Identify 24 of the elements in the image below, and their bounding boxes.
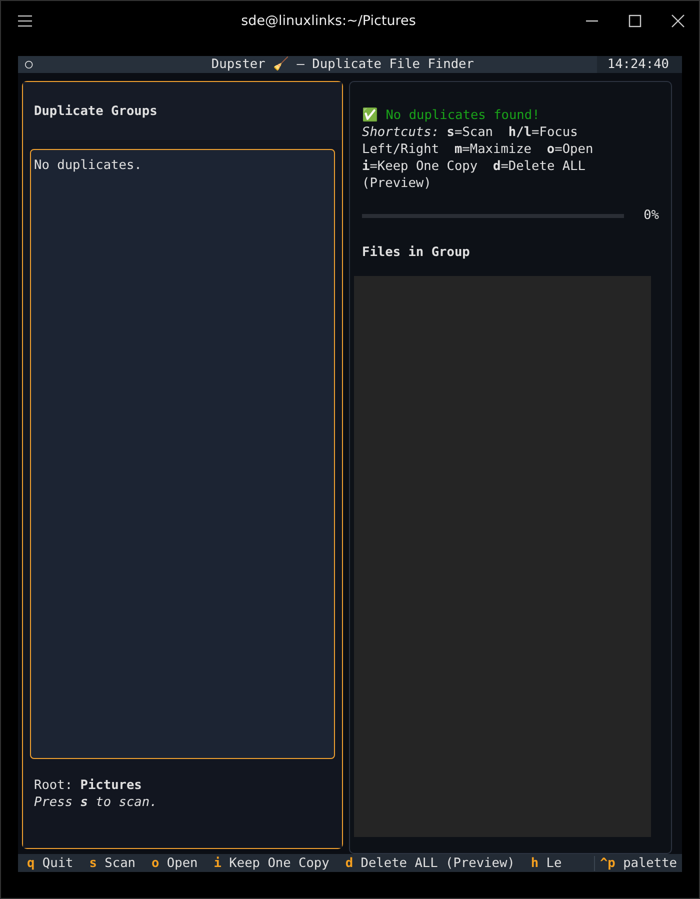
shortcuts-text: Shortcuts: s=Scan h/l=Focus Left/Right m=Maximize o=Open i=Keep One Copy d=Delete ALL (Preview) [361,124,594,192]
maximize-icon[interactable] [628,14,642,28]
palette-binding[interactable]: ^p palette [594,856,682,870]
empty-message: No duplicates. [34,158,142,173]
key-binding[interactable]: h Le [530,856,562,870]
files-title: Files in Group [362,245,471,260]
key-binding[interactable]: i Keep One Copy [214,856,330,870]
panel-title: Duplicate Groups [23,82,342,140]
menu-icon[interactable] [18,15,32,27]
header-indicator: ○ [24,56,34,73]
app-title: Dupster 🧹 — Duplicate File Finder [210,56,475,73]
close-icon[interactable] [671,14,685,28]
key-binding[interactable]: q Quit [27,856,74,870]
key-binding[interactable]: d Delete ALL (Preview) [345,856,515,870]
clock: 14:24:40 [597,56,682,73]
key-binding[interactable]: o Open [152,856,198,870]
key-binding[interactable]: s Scan [89,856,136,870]
status-message: ✅ No duplicates found! [361,107,541,124]
root-label: Root: [34,778,73,793]
scan-hint: Press s to scan. [34,795,158,810]
window-title: sde@linuxlinks:~/Pictures [240,13,417,29]
groups-list[interactable]: No duplicates. [30,149,335,759]
root-value: Pictures [80,778,142,793]
progress-reading: 0% [644,208,659,223]
